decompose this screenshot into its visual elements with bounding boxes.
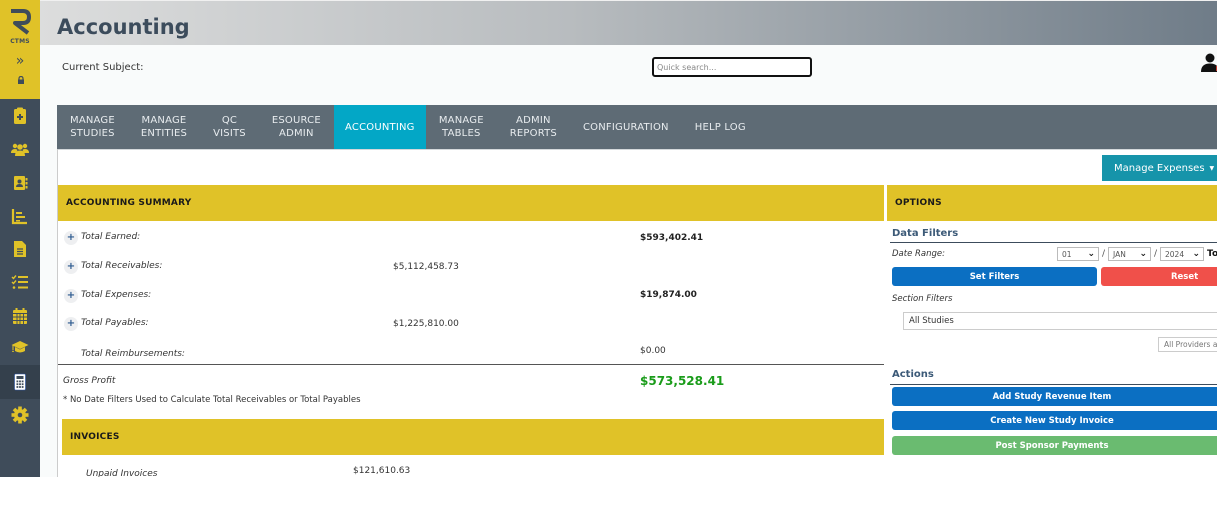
total-reimbursements-value: $0.00 bbox=[640, 346, 666, 356]
sidebar-item-settings[interactable] bbox=[8, 404, 32, 426]
logo-text: CTMS bbox=[10, 38, 30, 45]
expand-total-payables-button[interactable]: + bbox=[64, 317, 78, 331]
manage-expenses-button[interactable]: Manage Expenses ▼ bbox=[1102, 155, 1217, 181]
calculator-icon bbox=[14, 373, 26, 391]
total-receivables-label: Total Receivables: bbox=[81, 261, 163, 271]
sidebar-item-calendar[interactable] bbox=[8, 305, 32, 327]
sidebar-item-reports[interactable] bbox=[8, 205, 32, 227]
page-header: Accounting bbox=[40, 0, 1217, 45]
tab-manage-entities[interactable]: MANAGE ENTITIES bbox=[128, 105, 200, 149]
sidebar-item-studies[interactable] bbox=[8, 105, 32, 127]
sidebar-item-accounting[interactable] bbox=[8, 371, 32, 393]
total-earned-label: Total Earned: bbox=[81, 232, 141, 242]
tab-configuration[interactable]: CONFIGURATION bbox=[570, 105, 682, 149]
date-day-select[interactable]: 01 ⌄ bbox=[1057, 247, 1099, 261]
gear-icon bbox=[11, 406, 29, 424]
date-month-select[interactable]: JAN ⌄ bbox=[1108, 247, 1151, 261]
sidebar-item-documents[interactable] bbox=[8, 238, 32, 260]
providers-filter-select[interactable]: All Providers a bbox=[1158, 337, 1217, 352]
date-year-select[interactable]: 2024 ⌄ bbox=[1160, 247, 1204, 261]
calendar-icon bbox=[13, 308, 27, 324]
tab-accounting[interactable]: ACCOUNTING bbox=[333, 105, 426, 149]
invoices-header: INVOICES bbox=[62, 419, 884, 455]
create-new-study-invoice-button[interactable]: Create New Study Invoice bbox=[892, 411, 1217, 430]
section-filters-label: Section Filters bbox=[892, 294, 953, 304]
expand-total-receivables-button[interactable]: + bbox=[64, 260, 78, 274]
user-account-icon[interactable] bbox=[1201, 53, 1217, 73]
sidebar-brand: CTMS » bbox=[0, 0, 40, 99]
actions-title: Actions bbox=[892, 369, 934, 380]
tab-esource-admin[interactable]: ESOURCE ADMIN bbox=[259, 105, 334, 149]
sidebar-item-training[interactable] bbox=[8, 336, 32, 358]
expand-sidebar-icon[interactable]: » bbox=[0, 54, 40, 68]
total-payables-value: $1,225,810.00 bbox=[393, 319, 459, 329]
gross-profit-value: $573,528.41 bbox=[640, 374, 725, 388]
graduation-cap-icon bbox=[11, 341, 29, 353]
logo-icon[interactable] bbox=[9, 9, 31, 35]
chevron-down-icon: ⌄ bbox=[1087, 249, 1095, 259]
expand-total-expenses-button[interactable]: + bbox=[64, 289, 78, 303]
total-reimbursements-label: Total Reimbursements: bbox=[81, 349, 185, 359]
current-subject-label: Current Subject: bbox=[62, 62, 144, 73]
date-range-label: Date Range: bbox=[892, 249, 946, 259]
gross-profit-label: Gross Profit bbox=[63, 376, 116, 386]
data-filters-title: Data Filters bbox=[892, 228, 959, 239]
sidebar-item-entities[interactable] bbox=[8, 138, 32, 160]
summary-divider bbox=[58, 364, 884, 365]
options-header: OPTIONS bbox=[887, 185, 1217, 221]
sidebar-item-contacts[interactable] bbox=[8, 172, 32, 194]
chevron-down-icon: ⌄ bbox=[1192, 249, 1200, 259]
caret-down-icon: ▼ bbox=[1209, 164, 1215, 172]
expand-total-earned-button[interactable]: + bbox=[64, 231, 78, 245]
date-to-label: To bbox=[1207, 249, 1217, 259]
total-expenses-label: Total Expenses: bbox=[81, 290, 152, 300]
tab-manage-studies[interactable]: MANAGE STUDIES bbox=[57, 105, 128, 149]
contact-book-icon bbox=[14, 176, 28, 190]
tab-manage-tables[interactable]: MANAGE TABLES bbox=[426, 105, 497, 149]
unpaid-invoices-label: Unpaid Invoices bbox=[86, 469, 158, 477]
bar-chart-icon bbox=[11, 209, 27, 225]
main-nav: MANAGE STUDIES MANAGE ENTITIES QC VISITS ES… bbox=[57, 105, 1217, 149]
lock-icon[interactable] bbox=[17, 76, 25, 84]
studies-filter-select[interactable]: All Studies bbox=[903, 312, 1217, 330]
sidebar: CTMS » bbox=[0, 0, 40, 477]
total-earned-value: $593,402.41 bbox=[640, 233, 704, 243]
total-expenses-value: $19,874.00 bbox=[640, 290, 697, 300]
date-separator: / bbox=[1102, 249, 1106, 259]
tab-qc-visits[interactable]: QC VISITS bbox=[200, 105, 259, 149]
tab-help-log[interactable]: HELP LOG bbox=[682, 105, 759, 149]
sidebar-item-checklist[interactable] bbox=[8, 271, 32, 293]
reset-filters-button[interactable]: Reset bbox=[1101, 267, 1217, 286]
post-sponsor-payments-button[interactable]: Post Sponsor Payments bbox=[892, 436, 1217, 455]
document-icon bbox=[14, 241, 26, 257]
add-study-revenue-item-button[interactable]: Add Study Revenue Item bbox=[892, 387, 1217, 406]
checklist-icon bbox=[11, 275, 28, 289]
total-payables-label: Total Payables: bbox=[81, 318, 149, 328]
total-receivables-value: $5,112,458.73 bbox=[393, 262, 459, 272]
accounting-summary-header: ACCOUNTING SUMMARY bbox=[58, 185, 884, 221]
set-filters-button[interactable]: Set Filters bbox=[892, 267, 1097, 286]
actions-rule bbox=[890, 384, 1217, 385]
data-filters-rule bbox=[890, 242, 1217, 243]
users-icon bbox=[11, 143, 29, 156]
date-separator: / bbox=[1154, 249, 1158, 259]
clipboard-plus-icon bbox=[14, 107, 26, 124]
chevron-down-icon: ⌄ bbox=[1139, 249, 1147, 259]
app-window: CTMS » Accounting Current Subject: Quick… bbox=[0, 0, 1217, 477]
tab-admin-reports[interactable]: ADMIN REPORTS bbox=[497, 105, 570, 149]
page-title: Accounting bbox=[57, 15, 190, 39]
quick-search-input[interactable] bbox=[652, 57, 812, 77]
summary-footnote: * No Date Filters Used to Calculate Tota… bbox=[63, 395, 361, 405]
unpaid-invoices-value: $121,610.63 bbox=[353, 466, 411, 476]
